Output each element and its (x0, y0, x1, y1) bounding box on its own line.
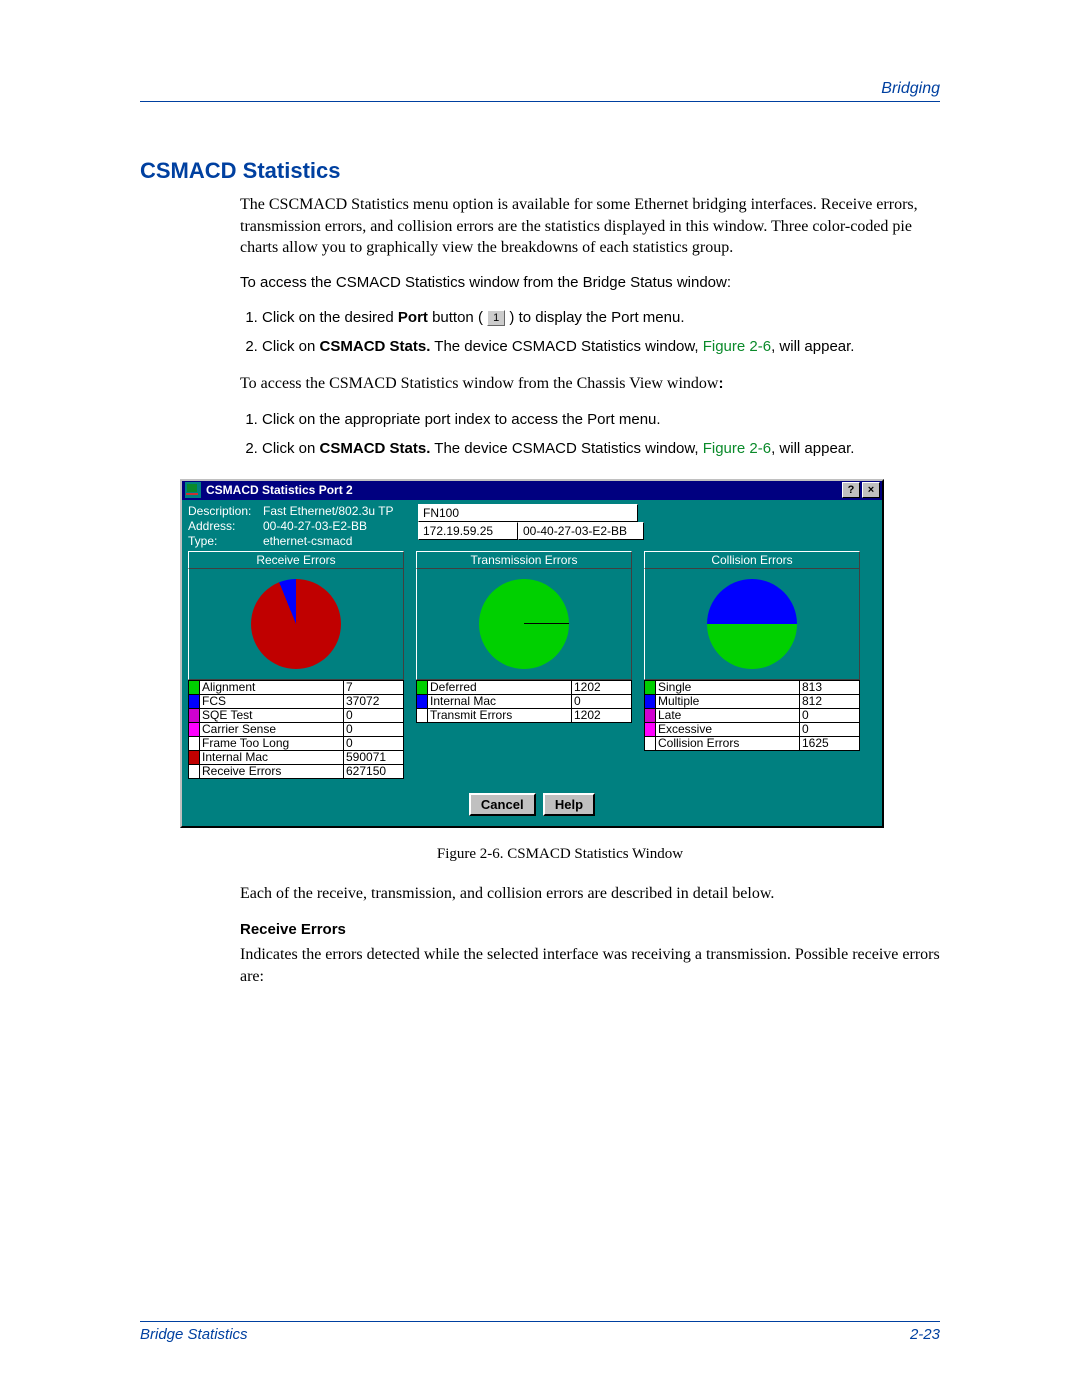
section-title: CSMACD Statistics (140, 158, 940, 184)
step-2a: Click on CSMACD Stats. The device CSMACD… (262, 336, 940, 357)
help-button[interactable]: Help (543, 793, 595, 816)
access-chassis-text: To access the CSMACD Statistics window f… (240, 373, 940, 395)
step-1a: Click on the desired Port button ( 1 ) t… (262, 307, 940, 328)
receive-errors-heading: Receive Errors (240, 920, 940, 940)
after-figure-text: Each of the receive, transmission, and c… (240, 883, 940, 905)
info-panel: Description:Fast Ethernet/802.3u TP Addr… (188, 504, 418, 549)
transmission-errors-group: Transmission Errors Deferred1202 Interna… (416, 551, 632, 779)
transmission-pie (479, 579, 569, 669)
device-fields: FN100 172.19.59.2500-40-27-03-E2-BB (418, 504, 644, 543)
figure-link[interactable]: Figure 2-6 (703, 440, 771, 457)
access-bridge-text: To access the CSMACD Statistics window f… (240, 273, 940, 293)
step-2b: Click on CSMACD Stats. The device CSMACD… (262, 438, 940, 459)
window-title: CSMACD Statistics Port 2 (204, 483, 842, 497)
transmission-table: Deferred1202 Internal Mac0 Transmit Erro… (416, 680, 632, 723)
receive-errors-group: Receive Errors Alignment7 FCS37072 SQE T… (188, 551, 404, 779)
port-button-icon: 1 (487, 310, 505, 326)
step-1b: Click on the appropriate port index to a… (262, 409, 940, 430)
footer-left: Bridge Statistics (140, 1326, 248, 1343)
collision-pie (707, 579, 797, 669)
footer-right: 2-23 (910, 1326, 940, 1343)
receive-pie (251, 579, 341, 669)
page-footer: Bridge Statistics 2-23 (140, 1321, 940, 1343)
help-button[interactable]: ? (842, 482, 860, 498)
header-section: Bridging (140, 80, 940, 102)
collision-table: Single813 Multiple812 Late0 Excessive0 C… (644, 680, 860, 751)
mac-field: 00-40-27-03-E2-BB (518, 522, 644, 540)
app-icon (185, 482, 201, 498)
figure-link[interactable]: Figure 2-6 (703, 338, 771, 355)
csmacd-window: CSMACD Statistics Port 2 ? × Description… (180, 479, 884, 828)
cancel-button[interactable]: Cancel (469, 793, 536, 816)
figure-caption: Figure 2-6. CSMACD Statistics Window (180, 846, 940, 863)
receive-table: Alignment7 FCS37072 SQE Test0 Carrier Se… (188, 680, 404, 779)
collision-errors-group: Collision Errors Single813 Multiple812 L… (644, 551, 860, 779)
receive-errors-body: Indicates the errors detected while the … (240, 944, 940, 987)
titlebar[interactable]: CSMACD Statistics Port 2 ? × (182, 481, 882, 500)
close-button[interactable]: × (862, 482, 880, 498)
intro-paragraph: The CSCMACD Statistics menu option is av… (240, 194, 940, 259)
device-field: FN100 (418, 504, 638, 522)
ip-field: 172.19.59.25 (418, 522, 518, 540)
